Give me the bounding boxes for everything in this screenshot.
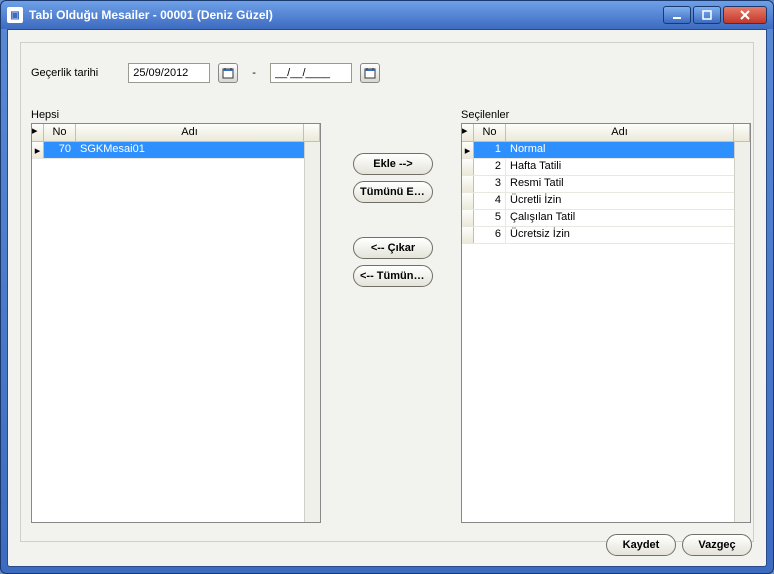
all-list-body[interactable]: ▸70SGKMesai01 [32,142,320,522]
row-marker [462,159,474,175]
col-name-header[interactable]: Adı [506,124,734,141]
cell-name: Hafta Tatili [506,159,750,175]
scroll-header-spacer [734,124,750,141]
cell-no: 5 [474,210,506,226]
save-button[interactable]: Kaydet [606,534,676,556]
validity-label: Geçerlik tarihi [31,67,98,79]
cancel-button[interactable]: Vazgeç [682,534,752,556]
date-from-input[interactable] [128,63,210,83]
table-row[interactable]: ▸70SGKMesai01 [32,142,320,159]
table-row[interactable]: 3Resmi Tatil [462,176,750,193]
app-window: ▣ Tabi Olduğu Mesailer - 00001 (Deniz Gü… [0,0,774,574]
table-row[interactable]: 2Hafta Tatili [462,159,750,176]
row-marker: ▸ [462,142,474,158]
col-no-header[interactable]: No [44,124,76,141]
maximize-button[interactable] [693,6,721,24]
table-row[interactable]: 4Ücretli İzin [462,193,750,210]
row-marker: ▸ [32,142,44,158]
all-list-label: Hepsi [31,109,59,121]
cell-no: 3 [474,176,506,192]
selected-list-header: ▸ No Adı [462,124,750,142]
date-separator: - [246,67,262,79]
row-marker [462,193,474,209]
calendar-from-button[interactable] [218,63,238,83]
calendar-icon [222,67,234,79]
transfer-buttons: Ekle --> Tümünü Ekl... <-- Çıkar <-- Tüm… [353,153,433,287]
table-row[interactable]: 6Ücretsiz İzin [462,227,750,244]
minimize-button[interactable] [663,6,691,24]
remove-button[interactable]: <-- Çıkar [353,237,433,259]
cell-no: 6 [474,227,506,243]
cell-name: Ücretli İzin [506,193,750,209]
table-row[interactable]: 5Çalışılan Tatil [462,210,750,227]
cell-no: 1 [474,142,506,158]
cell-no: 4 [474,193,506,209]
selected-listbox[interactable]: ▸ No Adı ▸1Normal2Hafta Tatili3Resmi Tat… [461,123,751,523]
selected-scrollbar[interactable] [734,142,750,522]
titlebar[interactable]: ▣ Tabi Olduğu Mesailer - 00001 (Deniz Gü… [1,1,773,29]
add-all-button[interactable]: Tümünü Ekl... [353,181,433,203]
row-marker [462,227,474,243]
cell-name: Normal [506,142,750,158]
cell-no: 70 [44,142,76,158]
all-listbox[interactable]: ▸ No Adı ▸70SGKMesai01 [31,123,321,523]
date-row: Geçerlik tarihi - [31,63,380,83]
footer-buttons: Kaydet Vazgeç [606,534,752,556]
all-list-header: ▸ No Adı [32,124,320,142]
client-area: Geçerlik tarihi - Hepsi Seçilenler ▸ No … [7,29,767,567]
row-marker-header: ▸ [462,124,474,141]
remove-all-button[interactable]: <-- Tümünü... [353,265,433,287]
table-row[interactable]: ▸1Normal [462,142,750,159]
col-no-header[interactable]: No [474,124,506,141]
calendar-icon [364,67,376,79]
cell-no: 2 [474,159,506,175]
selected-list-label: Seçilenler [461,109,509,121]
row-marker-header: ▸ [32,124,44,141]
col-name-header[interactable]: Adı [76,124,304,141]
add-button[interactable]: Ekle --> [353,153,433,175]
cell-name: SGKMesai01 [76,142,320,158]
row-marker [462,210,474,226]
selected-list-body[interactable]: ▸1Normal2Hafta Tatili3Resmi Tatil4Ücretl… [462,142,750,522]
close-button[interactable] [723,6,767,24]
scroll-header-spacer [304,124,320,141]
date-to-input[interactable] [270,63,352,83]
cell-name: Ücretsiz İzin [506,227,750,243]
main-group: Geçerlik tarihi - Hepsi Seçilenler ▸ No … [20,42,754,542]
cell-name: Resmi Tatil [506,176,750,192]
cell-name: Çalışılan Tatil [506,210,750,226]
app-icon: ▣ [7,7,23,23]
all-scrollbar[interactable] [304,142,320,522]
window-title: Tabi Olduğu Mesailer - 00001 (Deniz Güze… [29,8,273,22]
row-marker [462,176,474,192]
calendar-to-button[interactable] [360,63,380,83]
